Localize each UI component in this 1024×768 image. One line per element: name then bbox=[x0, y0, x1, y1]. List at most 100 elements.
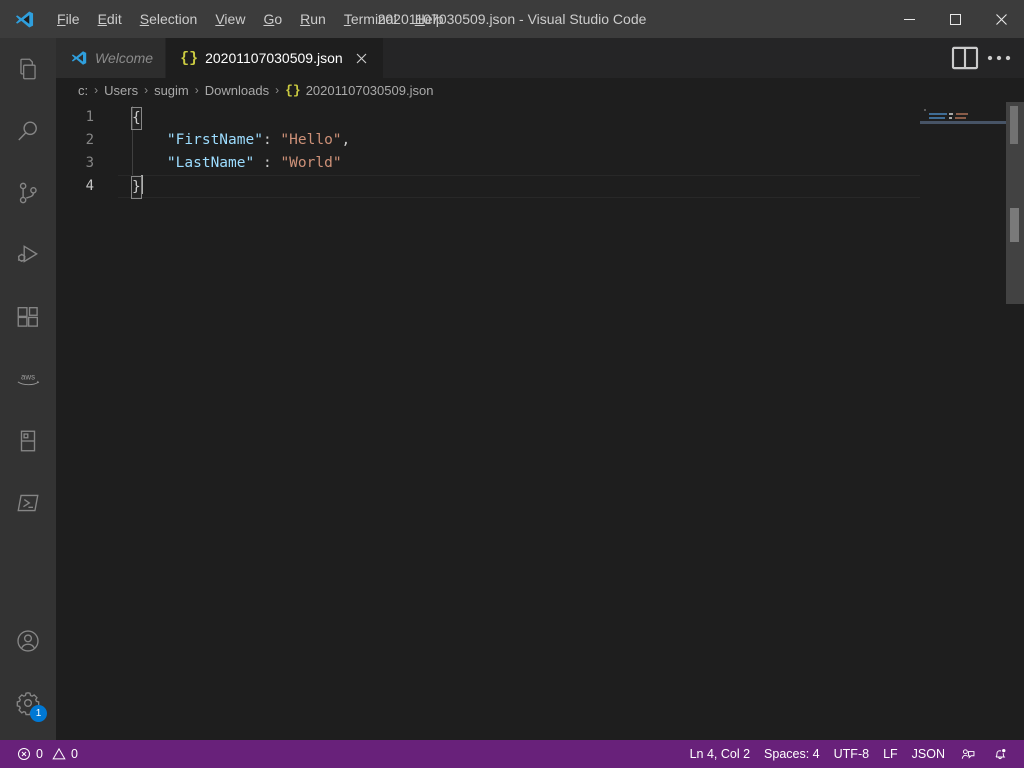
close-icon[interactable] bbox=[353, 49, 371, 67]
editor-scrollbar[interactable] bbox=[1006, 102, 1024, 740]
menu-mnemonic: G bbox=[263, 11, 275, 27]
breadcrumb-separator-icon: › bbox=[94, 83, 99, 97]
menu-item-help[interactable]: Help bbox=[406, 0, 453, 38]
close-button[interactable] bbox=[978, 0, 1024, 38]
breadcrumb-item[interactable]: c: bbox=[75, 83, 91, 98]
minimap-slider[interactable] bbox=[920, 121, 1006, 124]
menu-mnemonic: E bbox=[97, 11, 107, 27]
more-actions-icon[interactable] bbox=[984, 43, 1014, 73]
editor-content[interactable]: 1{2 "FirstName": "Hello", 3 "LastName" : … bbox=[56, 102, 1024, 740]
minimap[interactable] bbox=[920, 102, 1006, 740]
token-string: "Hello" bbox=[280, 132, 342, 148]
status-problems[interactable]: 0 0 bbox=[10, 740, 85, 768]
title-bar: File Edit Selection View Go Run Terminal Help 2… bbox=[0, 0, 1024, 38]
status-editor-encoding[interactable]: UTF-8 bbox=[827, 740, 876, 768]
bracket-match: } bbox=[131, 176, 142, 199]
error-count: 0 bbox=[36, 747, 43, 761]
svg-text:aws: aws bbox=[21, 373, 35, 382]
run-and-debug-icon[interactable] bbox=[0, 224, 56, 286]
source-control-icon[interactable] bbox=[0, 162, 56, 224]
menu-mnemonic: T bbox=[343, 11, 351, 27]
token-string: "World" bbox=[280, 155, 342, 171]
menu-item-terminal[interactable]: Terminal bbox=[335, 0, 406, 38]
status-label: Spaces: 4 bbox=[764, 747, 820, 761]
vscode-logo-icon bbox=[0, 0, 48, 38]
editor-tab-label: 20201107030509.json bbox=[205, 50, 343, 66]
status-editor-indentation[interactable]: Spaces: 4 bbox=[757, 740, 827, 768]
status-editor-position[interactable]: Ln 4, Col 2 bbox=[683, 740, 757, 768]
editor-tab[interactable]: Welcome bbox=[56, 38, 167, 78]
menu-item-file[interactable]: File bbox=[48, 0, 89, 38]
editor-group: Welcome{} 20201107030509.json c: › Users… bbox=[56, 38, 1024, 740]
split-editor-icon[interactable] bbox=[950, 43, 980, 73]
extensions-icon[interactable] bbox=[0, 286, 56, 348]
status-label: JSON bbox=[911, 747, 945, 761]
status-editor-eol[interactable]: LF bbox=[876, 740, 905, 768]
menu-item-selection[interactable]: Selection bbox=[131, 0, 207, 38]
manage-settings-icon[interactable]: 1 bbox=[0, 672, 56, 734]
code-line[interactable]: 1{ bbox=[56, 106, 920, 130]
aws-icon[interactable]: aws bbox=[0, 348, 56, 410]
breadcrumb-item[interactable]: Users bbox=[101, 83, 141, 98]
menu-item-edit[interactable]: Edit bbox=[89, 0, 131, 38]
notifications-bell-icon[interactable] bbox=[984, 740, 1016, 768]
line-number: 2 bbox=[85, 132, 94, 148]
code-line-text: "LastName" : "World" bbox=[118, 152, 342, 175]
menu-label-rest: election bbox=[149, 11, 198, 27]
breadcrumb-separator-icon: › bbox=[144, 83, 149, 97]
maximize-button[interactable] bbox=[932, 0, 978, 38]
menu-mnemonic: S bbox=[139, 11, 150, 27]
menu-item-view[interactable]: View bbox=[206, 0, 254, 38]
editor-tab-label: Welcome bbox=[95, 50, 154, 66]
minimize-button[interactable] bbox=[886, 0, 932, 38]
workbench: aws 1 Welcome {} 20201107030509.json c: … bbox=[0, 38, 1024, 740]
menu-item-run[interactable]: Run bbox=[291, 0, 335, 38]
terminal-powershell-icon[interactable] bbox=[0, 472, 56, 534]
status-editor-language[interactable]: JSON bbox=[905, 740, 952, 768]
breadcrumb-item[interactable]: Downloads bbox=[202, 83, 272, 98]
bracket-match: { bbox=[131, 107, 142, 130]
code-line[interactable]: 4} bbox=[56, 175, 920, 199]
editor-tabs-bar: Welcome {} 20201107030509.json bbox=[56, 38, 1024, 78]
breadcrumb-file-name: 20201107030509.json bbox=[305, 82, 434, 98]
menu-label-rest: erminal bbox=[350, 11, 397, 27]
menu-mnemonic: R bbox=[300, 11, 311, 27]
code-line-text: { bbox=[118, 106, 142, 130]
breadcrumb-item[interactable]: sugim bbox=[151, 83, 192, 98]
line-number: 1 bbox=[85, 109, 94, 125]
status-label: UTF-8 bbox=[833, 747, 870, 761]
menu-mnemonic: H bbox=[414, 11, 425, 27]
token-key: "FirstName" bbox=[166, 132, 263, 148]
code-pane[interactable]: 1{2 "FirstName": "Hello", 3 "LastName" : … bbox=[56, 102, 920, 740]
window-controls bbox=[886, 0, 1024, 38]
vscode-logo-icon bbox=[70, 49, 88, 67]
menu-label-rest: elp bbox=[424, 11, 444, 27]
code-line[interactable]: 2 "FirstName": "Hello", bbox=[56, 129, 920, 152]
code-lines[interactable]: 1{2 "FirstName": "Hello", 3 "LastName" : … bbox=[56, 102, 920, 199]
menu-item-go[interactable]: Go bbox=[254, 0, 291, 38]
editor-tab[interactable]: {} 20201107030509.json bbox=[166, 38, 384, 78]
menu-label-rest: un bbox=[310, 11, 326, 27]
search-icon[interactable] bbox=[0, 100, 56, 162]
code-line[interactable]: 3 "LastName" : "World" bbox=[56, 152, 920, 175]
breadcrumb-file-item[interactable]: {} 20201107030509.json bbox=[282, 83, 436, 98]
explorer-icon[interactable] bbox=[0, 38, 56, 100]
breadcrumb: c: › Users › sugim › Downloads ›{} 2020110703050… bbox=[56, 78, 1024, 102]
status-bar-right: Ln 4, Col 2 Spaces: 4 UTF-8 LF JSON bbox=[683, 740, 1024, 768]
code-line-text: } bbox=[118, 175, 143, 199]
text-cursor bbox=[140, 175, 143, 194]
scrollbar-slider[interactable] bbox=[1010, 106, 1018, 144]
menu-label-rest: ile bbox=[65, 11, 80, 27]
feedback-icon[interactable] bbox=[952, 740, 984, 768]
breadcrumb-separator-icon: › bbox=[275, 83, 280, 97]
menu-bar: File Edit Selection View Go Run Terminal Help bbox=[48, 0, 453, 38]
accounts-icon[interactable] bbox=[0, 610, 56, 672]
menu-label-rest: iew bbox=[224, 11, 246, 27]
settings-badge: 1 bbox=[30, 705, 47, 722]
editor-tabs: Welcome {} 20201107030509.json bbox=[56, 38, 384, 78]
database-icon[interactable] bbox=[0, 410, 56, 472]
line-number: 3 bbox=[85, 155, 94, 171]
